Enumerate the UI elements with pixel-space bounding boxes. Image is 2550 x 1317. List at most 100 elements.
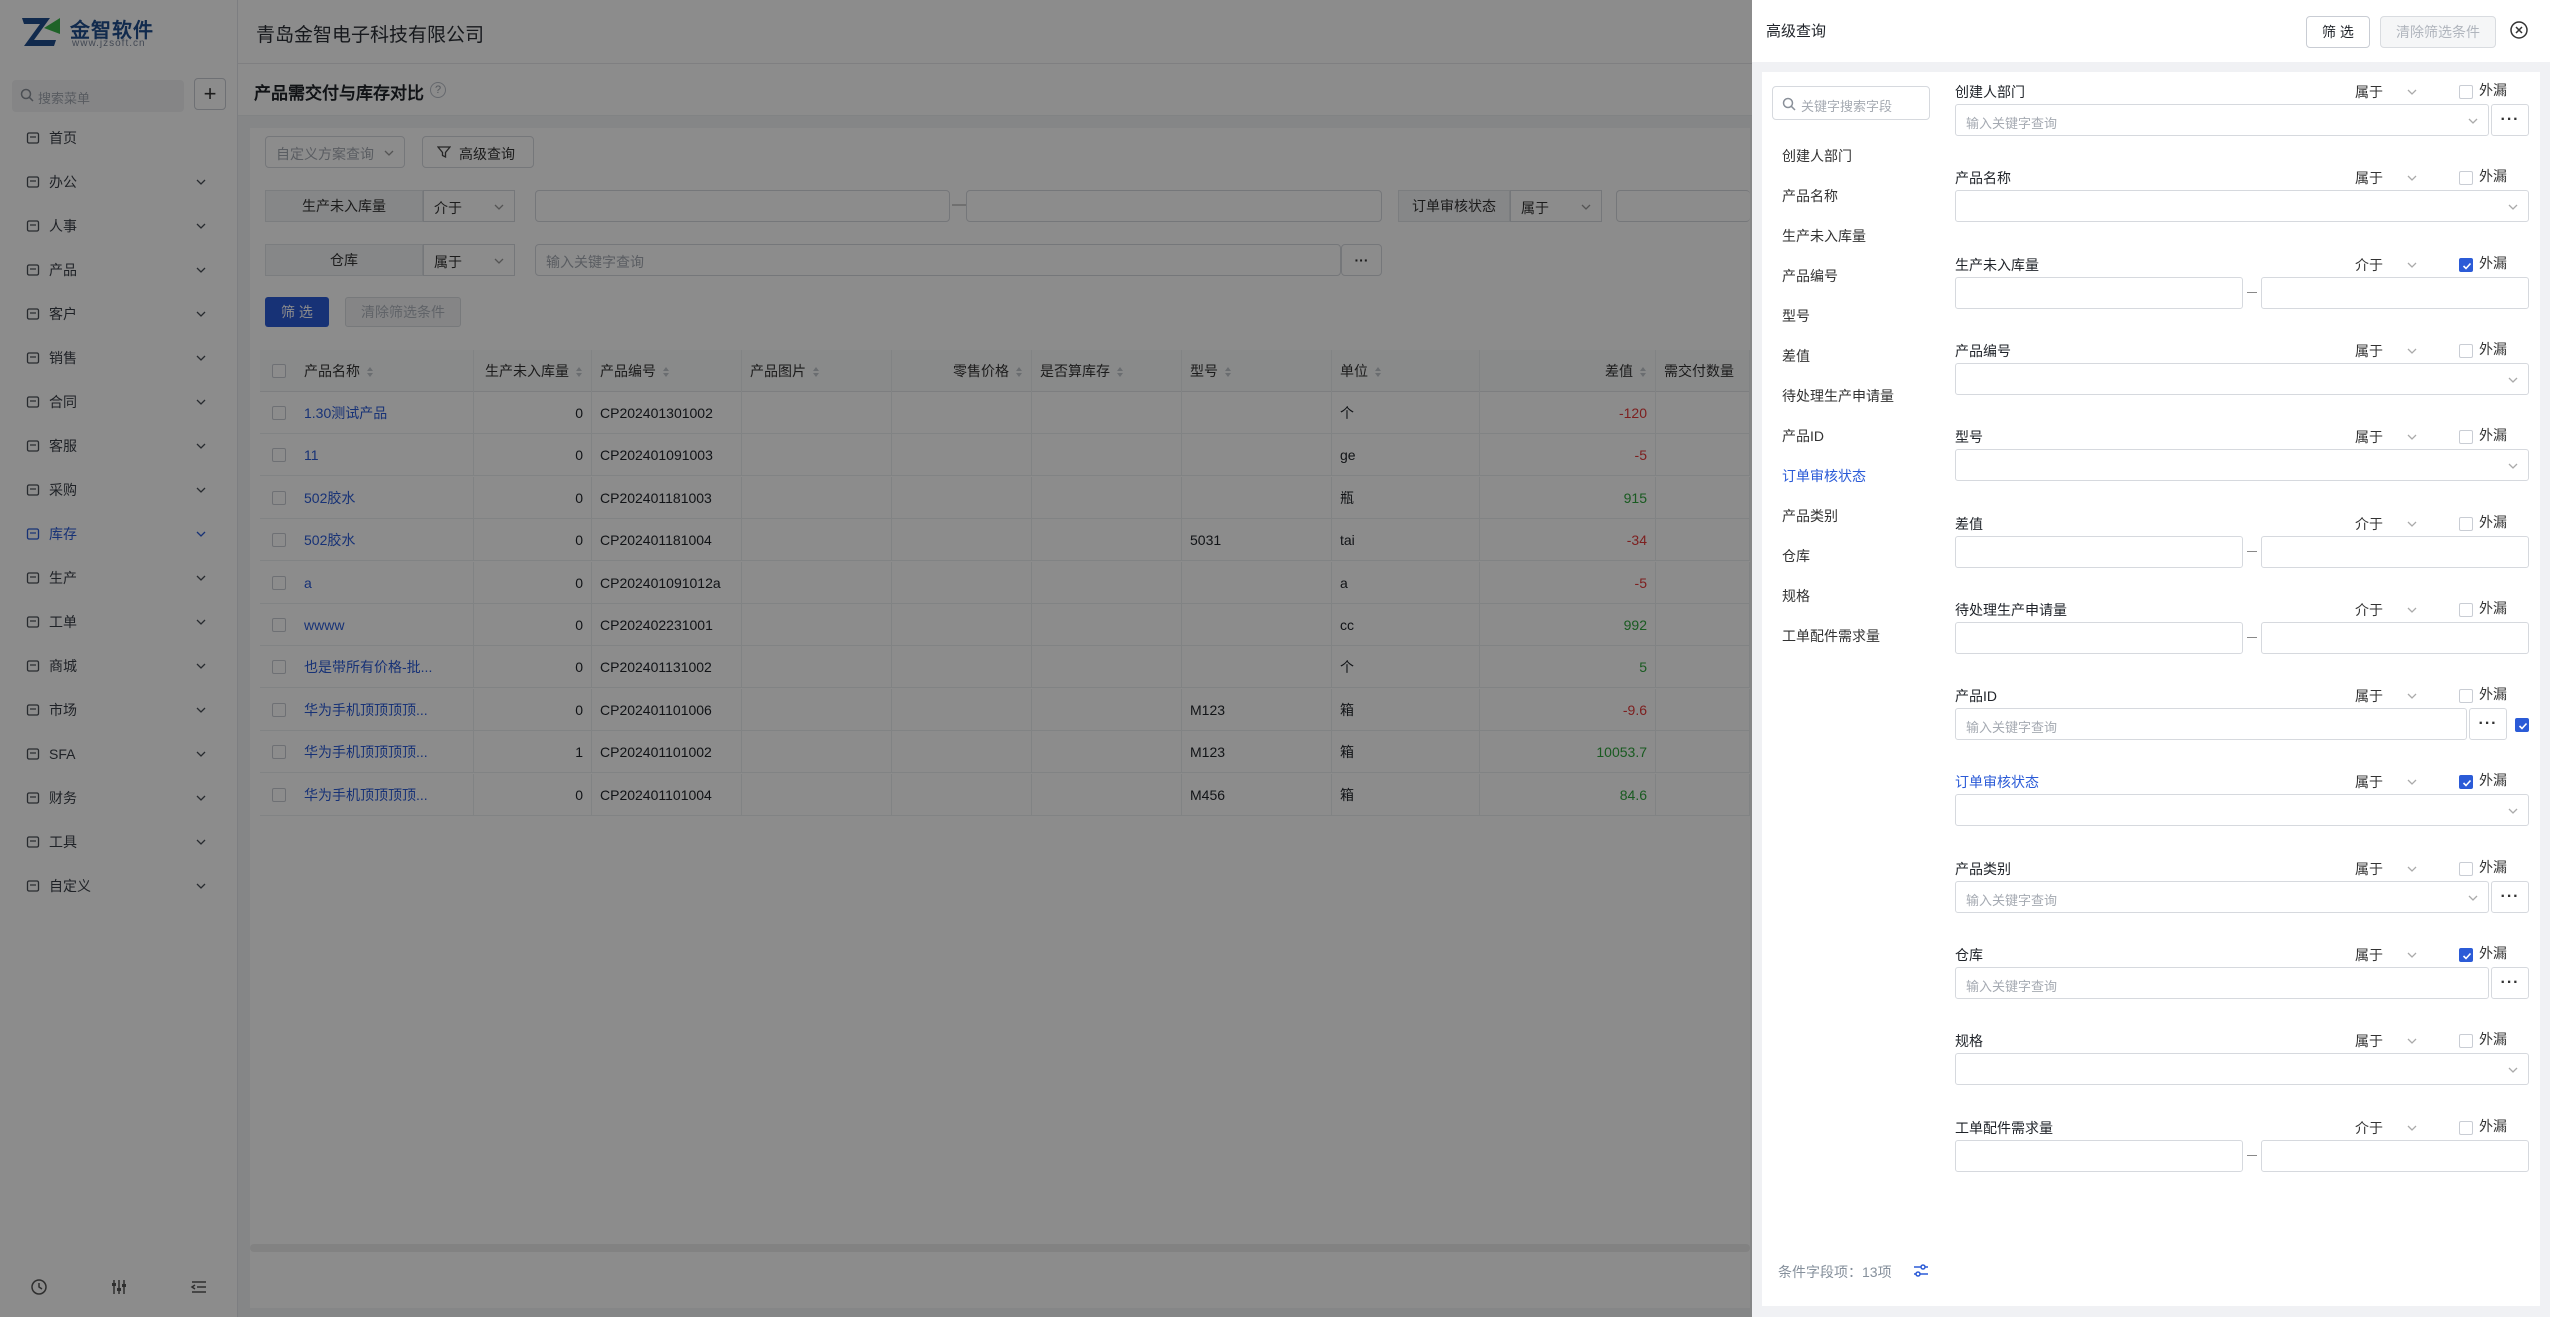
- field-list-item[interactable]: 生产未入库量: [1782, 216, 1952, 256]
- more-button[interactable]: ···: [2491, 104, 2529, 136]
- leak-label: 外漏: [2479, 254, 2507, 271]
- check-icon: [2462, 952, 2472, 960]
- leak-checkbox[interactable]: [2459, 343, 2473, 358]
- condition-row: 生产未入库量 介于 外漏: [1955, 255, 2529, 341]
- leak-checkbox[interactable]: [2459, 602, 2473, 617]
- condition-operator[interactable]: 属于: [2355, 82, 2383, 102]
- range-max-input[interactable]: [2261, 276, 2529, 309]
- condition-row: 订单审核状态 属于 外漏: [1955, 772, 2529, 858]
- include-checkbox[interactable]: [2515, 718, 2529, 733]
- leak-label: 外漏: [2479, 858, 2507, 875]
- leak-checkbox[interactable]: [2459, 516, 2473, 531]
- condition-label: 待处理生产申请量: [1955, 601, 2067, 618]
- leak-checkbox[interactable]: [2459, 171, 2473, 186]
- drawer-clear-button[interactable]: 清除筛选条件: [2380, 16, 2496, 48]
- leak-label: 外漏: [2479, 686, 2507, 703]
- condition-row: 型号 属于 外漏: [1955, 427, 2529, 513]
- condition-input[interactable]: 输入关键字查询: [1955, 708, 2467, 741]
- range-min-input[interactable]: [1955, 621, 2243, 654]
- check-icon: [2462, 780, 2472, 788]
- condition-operator[interactable]: 属于: [2355, 341, 2383, 361]
- condition-operator[interactable]: 属于: [2355, 1031, 2383, 1051]
- condition-row: 工单配件需求量 介于 外漏: [1955, 1118, 2529, 1204]
- leak-label: 外漏: [2479, 1031, 2507, 1048]
- close-icon[interactable]: [2509, 20, 2529, 40]
- field-list-item[interactable]: 仓库: [1782, 536, 1952, 576]
- chevron-down-icon: [2407, 89, 2417, 95]
- field-list-item[interactable]: 订单审核状态: [1782, 456, 1952, 496]
- leak-label: 外漏: [2479, 168, 2507, 185]
- leak-checkbox[interactable]: [2459, 689, 2473, 704]
- condition-select[interactable]: 输入关键字查询: [1955, 104, 2489, 136]
- chevron-down-icon: [2407, 434, 2417, 441]
- drawer-title: 高级查询: [1766, 23, 1827, 40]
- condition-placeholder: 输入关键字查询: [1966, 979, 2058, 994]
- condition-operator[interactable]: 介于: [2355, 600, 2383, 620]
- condition-label: 订单审核状态: [1955, 774, 2039, 791]
- leak-label: 外漏: [2479, 427, 2507, 444]
- leak-checkbox[interactable]: [2459, 1120, 2473, 1135]
- chevron-down-icon: [2407, 1125, 2417, 1131]
- check-icon: [2518, 723, 2528, 730]
- chevron-down-icon: [2407, 175, 2417, 182]
- range-min-input[interactable]: [1955, 535, 2243, 568]
- leak-checkbox[interactable]: [2459, 430, 2473, 445]
- field-list-item[interactable]: 待处理生产申请量: [1782, 376, 1952, 416]
- modal-overlay[interactable]: [0, 0, 1752, 1317]
- leak-checkbox[interactable]: [2459, 775, 2473, 790]
- condition-input[interactable]: 输入关键字查询: [1955, 967, 2489, 999]
- range-min-input[interactable]: [1955, 276, 2243, 309]
- condition-row: 产品名称 属于 外漏: [1955, 168, 2529, 254]
- condition-row: 创建人部门 属于 外漏 输入关键字查询 ···: [1955, 82, 2529, 168]
- field-list-item[interactable]: 产品名称: [1782, 176, 1952, 216]
- chevron-down-icon: [2508, 377, 2518, 383]
- field-list-item[interactable]: 型号: [1782, 296, 1952, 336]
- leak-checkbox[interactable]: [2459, 861, 2473, 876]
- more-button[interactable]: ···: [2491, 967, 2529, 999]
- condition-operator[interactable]: 属于: [2355, 168, 2383, 188]
- field-list: 创建人部门 产品名称 生产未入库量 产品编号 型号 差值 待处理生产申请量 产品ID 订单审核状…: [1782, 136, 1952, 656]
- leak-label: 外漏: [2479, 82, 2507, 98]
- range-min-input[interactable]: [1955, 1139, 2243, 1172]
- condition-select[interactable]: [1955, 190, 2529, 223]
- condition-operator[interactable]: 属于: [2355, 945, 2383, 965]
- leak-checkbox[interactable]: [2459, 85, 2473, 99]
- chevron-down-icon: [2407, 779, 2417, 786]
- condition-select[interactable]: [1955, 1053, 2529, 1086]
- condition-select[interactable]: [1955, 449, 2529, 482]
- more-button[interactable]: ···: [2491, 880, 2529, 913]
- leak-checkbox[interactable]: [2459, 257, 2473, 272]
- condition-operator[interactable]: 介于: [2355, 1118, 2383, 1138]
- range-max-input[interactable]: [2261, 621, 2529, 654]
- leak-checkbox[interactable]: [2459, 948, 2473, 962]
- field-list-item[interactable]: 规格: [1782, 576, 1952, 616]
- condition-row: 产品ID 属于 外漏 输入关键字查询 ···: [1955, 686, 2529, 772]
- condition-select[interactable]: [1955, 794, 2529, 827]
- range-max-input[interactable]: [2261, 535, 2529, 568]
- field-list-item[interactable]: 产品编号: [1782, 256, 1952, 296]
- field-list-item[interactable]: 创建人部门: [1782, 136, 1952, 176]
- condition-operator[interactable]: 属于: [2355, 772, 2383, 792]
- range-max-input[interactable]: [2261, 1139, 2529, 1172]
- condition-operator[interactable]: 属于: [2355, 859, 2383, 879]
- field-search-input[interactable]: 关键字搜索字段: [1772, 86, 1930, 120]
- condition-operator[interactable]: 介于: [2355, 255, 2383, 275]
- condition-operator[interactable]: 属于: [2355, 686, 2383, 706]
- condition-operator[interactable]: 属于: [2355, 427, 2383, 447]
- more-button[interactable]: ···: [2469, 708, 2507, 741]
- chevron-down-icon: [2407, 607, 2417, 613]
- field-list-item[interactable]: 差值: [1782, 336, 1952, 376]
- condition-select[interactable]: [1955, 362, 2529, 395]
- chevron-down-icon: [2407, 952, 2417, 958]
- chevron-down-icon: [2508, 463, 2518, 470]
- condition-operator[interactable]: 介于: [2355, 514, 2383, 534]
- drawer-filter-button[interactable]: 筛 选: [2306, 16, 2370, 48]
- field-list-item[interactable]: 工单配件需求量: [1782, 616, 1952, 656]
- field-list-item[interactable]: 产品ID: [1782, 416, 1952, 456]
- adjust-icon[interactable]: [1912, 1262, 1930, 1280]
- field-list-item[interactable]: 产品类别: [1782, 496, 1952, 536]
- chevron-down-icon: [2508, 808, 2518, 815]
- range-separator: [2247, 636, 2257, 638]
- condition-select[interactable]: 输入关键字查询: [1955, 880, 2489, 913]
- leak-checkbox[interactable]: [2459, 1034, 2473, 1049]
